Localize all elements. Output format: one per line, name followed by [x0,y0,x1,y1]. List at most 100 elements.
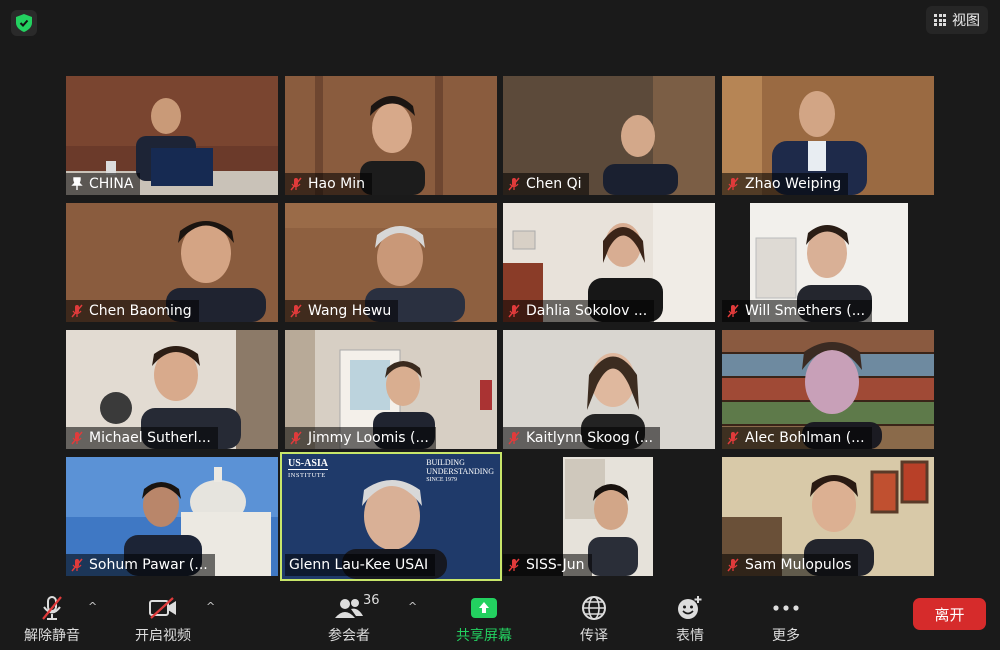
participant-name: Dahlia Sokolov ... [526,303,648,319]
participants-button[interactable]: 36 参会者 [328,593,380,645]
usai-slogan-line2: UNDERSTANDING [426,467,494,476]
participant-name-tag: CHINA [66,173,141,195]
share-screen-button[interactable]: 共享屏幕 [456,593,512,645]
video-off-icon [147,593,179,623]
participant-name: Alec Bohlman (... [745,430,865,446]
emoji-icon [674,593,706,623]
mic-muted-icon [508,177,520,191]
grid-view-icon [934,14,946,26]
participant-name-tag: Michael Sutherl... [66,427,218,449]
participant-tile[interactable]: Sam Mulopulos [722,457,934,576]
usai-logo-line1: US-ASIA [288,458,329,469]
mic-muted-icon [508,431,520,445]
mic-muted-icon [71,304,83,318]
usai-slogan-line3: SINCE 1979 [426,477,458,483]
view-button[interactable]: 视图 [926,6,988,34]
participant-name: Kaitlynn Skoog (... [526,430,654,446]
usai-logo: US-ASIA INSTITUTE [288,458,329,481]
share-screen-icon [468,593,500,623]
participant-name-tag: Kaitlynn Skoog (... [503,427,661,449]
pin-icon [71,177,83,190]
participant-name-tag: Alec Bohlman (... [722,427,872,449]
participant-name-tag: SISS-Jun [503,554,592,576]
share-screen-label: 共享屏幕 [456,628,512,644]
mic-muted-icon [290,177,302,191]
participant-name-tag: Wang Hewu [285,300,399,322]
participant-name-tag: Glenn Lau-Kee USAI [285,554,436,576]
participant-name-tag: Jimmy Loomis (... [285,427,436,449]
security-shield-icon[interactable] [11,10,37,36]
participants-icon: 36 [333,593,380,623]
reactions-button[interactable]: 表情 [674,593,706,645]
participant-name: Zhao Weiping [745,176,842,192]
participant-tile[interactable]: Kaitlynn Skoog (... [503,330,715,449]
participant-tile[interactable]: Hao Min [285,76,497,195]
participants-options-caret[interactable]: ^ [408,600,417,613]
unmute-label: 解除静音 [24,628,80,644]
interpretation-label: 传译 [580,628,608,644]
view-button-label: 视图 [952,13,980,29]
usai-logo-line2: INSTITUTE [288,469,329,481]
participant-name: CHINA [89,176,134,192]
mic-muted-icon [727,558,739,572]
participant-name-tag: Dahlia Sokolov ... [503,300,655,322]
meeting-toolbar: 解除静音 ^ 开启视频 ^ 36 参会者 ^ 共享屏幕 传译 表情 更多 离开 [0,588,1000,650]
participant-name: Jimmy Loomis (... [308,430,429,446]
mic-muted-icon [727,431,739,445]
leave-button[interactable]: 离开 [913,598,986,630]
participant-tile[interactable]: Will Smethers (... [722,203,934,322]
mic-muted-icon [727,177,739,191]
participant-name: Wang Hewu [308,303,392,319]
mic-muted-icon [36,593,68,623]
participant-name: Michael Sutherl... [89,430,211,446]
unmute-button[interactable]: 解除静音 [24,593,80,645]
more-label: 更多 [772,628,800,644]
participant-name: Chen Baoming [89,303,192,319]
active-speaker-tile[interactable]: US-ASIA INSTITUTE BUILDING UNDERSTANDING… [280,452,502,581]
video-options-caret[interactable]: ^ [206,600,215,613]
participant-name-tag: Will Smethers (... [722,300,873,322]
participant-tile[interactable]: Sohum Pawar (... [66,457,278,576]
participant-name: SISS-Jun [526,557,585,573]
participant-tile[interactable]: Jimmy Loomis (... [285,330,497,449]
participant-tile[interactable]: Michael Sutherl... [66,330,278,449]
start-video-button[interactable]: 开启视频 [135,593,191,645]
interpretation-button[interactable]: 传译 [578,593,610,645]
video-gallery: CHINA Hao Min Chen Qi Zhao Weiping Chen … [66,76,934,581]
audio-options-caret[interactable]: ^ [88,600,97,613]
usai-slogan-line1: BUILDING [426,458,465,467]
participant-name-tag: Chen Baoming [66,300,199,322]
participant-tile[interactable]: Dahlia Sokolov ... [503,203,715,322]
participant-tile[interactable]: Alec Bohlman (... [722,330,934,449]
mic-muted-icon [71,431,83,445]
mic-muted-icon [508,558,520,572]
participant-tile[interactable]: CHINA [66,76,278,195]
mic-muted-icon [290,431,302,445]
participant-name: Hao Min [308,176,365,192]
mic-muted-icon [727,304,739,318]
participant-name-tag: Zhao Weiping [722,173,849,195]
participant-name-tag: Sam Mulopulos [722,554,859,576]
mic-muted-icon [508,304,520,318]
participant-tile[interactable]: Wang Hewu [285,203,497,322]
participants-count: 36 [363,593,380,608]
participant-tile[interactable]: Chen Qi [503,76,715,195]
usai-slogan: BUILDING UNDERSTANDING SINCE 1979 [426,458,494,485]
reactions-label: 表情 [676,628,704,644]
participant-name-tag: Chen Qi [503,173,589,195]
participant-name: Glenn Lau-Kee USAI [289,557,429,573]
more-dots-icon [770,593,802,623]
participant-name: Sam Mulopulos [745,557,852,573]
participant-tile[interactable]: Zhao Weiping [722,76,934,195]
mic-muted-icon [71,558,83,572]
participants-label: 参会者 [328,628,370,644]
participant-tile[interactable]: Chen Baoming [66,203,278,322]
start-video-label: 开启视频 [135,628,191,644]
participant-name: Sohum Pawar (... [89,557,208,573]
participant-name-tag: Sohum Pawar (... [66,554,215,576]
participant-name: Chen Qi [526,176,582,192]
mic-muted-icon [290,304,302,318]
participant-name-tag: Hao Min [285,173,372,195]
participant-tile[interactable]: SISS-Jun [503,457,715,576]
more-button[interactable]: 更多 [770,593,802,645]
